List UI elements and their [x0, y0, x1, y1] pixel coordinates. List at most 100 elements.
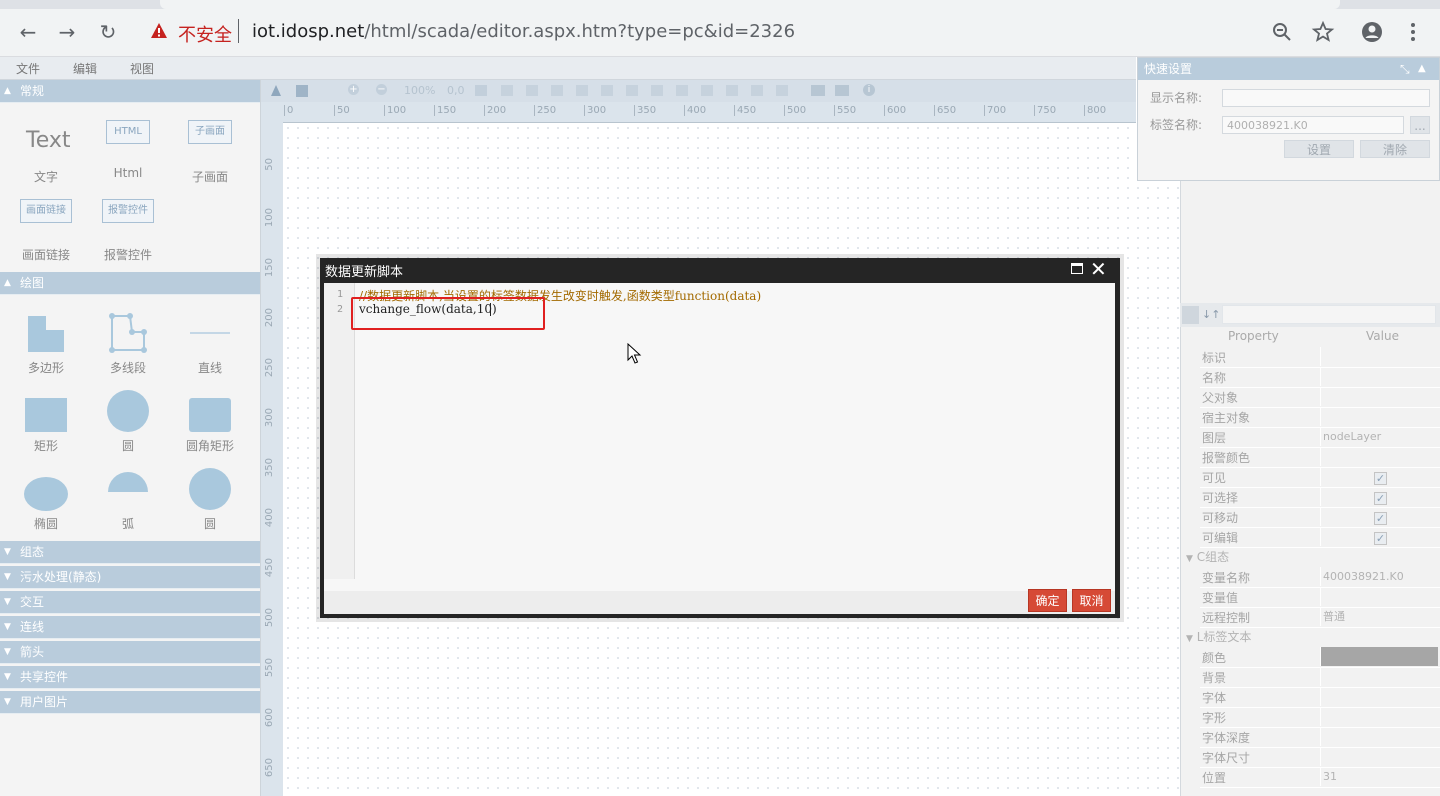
info-icon[interactable]: i [863, 84, 875, 96]
section-arrow[interactable]: ▼ 箭头 [0, 641, 260, 664]
offset-readout: 0,0 [447, 84, 465, 97]
tag-name-input[interactable]: 400038921.K0 [1222, 116, 1404, 134]
circle-tool-icon[interactable] [189, 468, 231, 510]
property-row[interactable]: 图层 nodeLayer [1200, 427, 1440, 448]
property-row[interactable]: 变量名称 400038921.K0 [1200, 567, 1440, 588]
rectangle-tool-icon[interactable] [25, 398, 67, 432]
line-tool-icon[interactable] [190, 332, 230, 334]
select-pointer-icon[interactable] [271, 85, 281, 96]
property-row[interactable]: 报警颜色 [1200, 447, 1440, 468]
screen-link-tool-icon[interactable]: 画面链接 [20, 199, 72, 223]
property-row[interactable]: 名称 [1200, 367, 1440, 388]
menu-file[interactable]: 文件 [16, 60, 40, 77]
more-menu-icon[interactable] [1401, 20, 1425, 44]
property-row[interactable]: 位置 31 [1200, 767, 1440, 788]
tag-browse-button[interactable]: ... [1410, 116, 1430, 134]
property-row[interactable]: 可编辑 [1200, 527, 1440, 548]
ruler-tick: 300 [584, 105, 606, 116]
property-row[interactable]: 远程控制 普通 [1200, 607, 1440, 628]
compress-icon[interactable]: ⤡ [1400, 58, 1410, 80]
ruler-tick: 650 [264, 758, 275, 778]
polygon-tool-icon[interactable] [28, 316, 64, 352]
cancel-button[interactable]: 取消 [1072, 589, 1111, 612]
back-icon[interactable]: ← [14, 18, 42, 46]
property-row[interactable]: 宿主对象 [1200, 407, 1440, 428]
address-bar[interactable]: iot.idosp.net/html/scada/editor.aspx.htm… [252, 21, 795, 42]
section-configuration[interactable]: ▼ 组态 [0, 541, 260, 564]
circle-tool-icon[interactable] [107, 390, 149, 432]
property-row[interactable]: 颜色 [1200, 647, 1440, 668]
clear-button[interactable]: 清除 [1360, 140, 1430, 158]
mouse-cursor-icon [627, 343, 642, 364]
property-row[interactable]: 父对象 [1200, 387, 1440, 408]
layer-tools-icon[interactable] [811, 85, 853, 96]
collapse-up-icon[interactable]: ▲ [1418, 58, 1426, 80]
dialog-title: 数据更新脚本 [325, 265, 404, 280]
expand-arrow-icon: ▼ [4, 547, 11, 557]
col-value: Value [1366, 329, 1399, 343]
color-swatch[interactable] [1320, 647, 1438, 666]
section-connector[interactable]: ▼ 连线 [0, 616, 260, 639]
property-row[interactable]: 背景 [1200, 667, 1440, 688]
palette-label: 圆 [203, 517, 216, 531]
ok-button[interactable]: 确定 [1028, 589, 1067, 612]
warning-icon[interactable] [150, 22, 168, 40]
grid-icon[interactable] [475, 85, 487, 96]
ruler-vertical: 50 100 150 200 250 300 350 400 450 500 550 600 650 [261, 122, 284, 796]
set-button[interactable]: 设置 [1284, 140, 1354, 158]
zoom-out-tool-icon[interactable]: − [376, 84, 387, 95]
display-name-input[interactable] [1222, 89, 1430, 107]
section-drawing[interactable]: ▲ 绘图 [0, 272, 260, 295]
section-general[interactable]: ▲ 常规 [0, 80, 260, 103]
polyline-tool-icon[interactable] [108, 312, 148, 354]
menu-view[interactable]: 视图 [130, 60, 154, 77]
group-c-config[interactable]: ▼ C组态 [1186, 547, 1440, 567]
sort-az-icon[interactable]: ↓↑ [1202, 306, 1220, 324]
ellipse-tool-icon[interactable] [24, 477, 68, 511]
zoom-out-icon[interactable] [1270, 20, 1294, 44]
categorize-icon[interactable] [1182, 306, 1199, 324]
close-icon[interactable]: ✕ [1090, 259, 1107, 279]
ruler-tick: 500 [784, 105, 806, 116]
property-row[interactable]: 变量值 [1200, 587, 1440, 608]
property-row[interactable]: 字体尺寸 [1200, 747, 1440, 768]
property-toolbar: ↓↑ [1180, 303, 1440, 327]
section-sewage[interactable]: ▼ 污水处理(静态) [0, 566, 260, 589]
rounded-rect-tool-icon[interactable] [189, 398, 231, 432]
ruler-tick: 100 [384, 105, 406, 116]
selectable-checkbox[interactable]: ✓ [1374, 492, 1387, 505]
editable-checkbox[interactable]: ✓ [1374, 532, 1387, 545]
property-row[interactable]: 字形 [1200, 707, 1440, 728]
section-shared-controls[interactable]: ▼ 共享控件 [0, 666, 260, 689]
section-interaction[interactable]: ▼ 交互 [0, 591, 260, 614]
property-row[interactable]: 可移动 [1200, 507, 1440, 528]
expand-arrow-icon: ▼ [4, 672, 11, 682]
align-tools-icon[interactable] [501, 85, 791, 96]
property-row[interactable]: 标识 [1200, 347, 1440, 368]
dialog-footer [324, 591, 1115, 614]
account-icon[interactable] [1360, 20, 1384, 44]
save-icon[interactable] [296, 85, 308, 97]
visible-checkbox[interactable]: ✓ [1374, 472, 1387, 485]
zoom-in-icon[interactable]: + [348, 84, 359, 95]
section-user-images[interactable]: ▼ 用户图片 [0, 691, 260, 714]
property-row[interactable]: 可见 [1200, 467, 1440, 488]
property-row[interactable]: 可选择 [1200, 487, 1440, 508]
maximize-icon[interactable] [1071, 263, 1083, 274]
forward-icon[interactable]: → [53, 18, 81, 46]
alarm-control-tool-icon[interactable]: 报警控件 [102, 199, 154, 223]
text-tool-icon[interactable]: Text [26, 128, 71, 153]
property-row[interactable]: 字体 [1200, 687, 1440, 708]
bookmark-star-icon[interactable] [1311, 20, 1335, 44]
palette-label: 椭圆 [33, 517, 58, 531]
reload-icon[interactable]: ↻ [94, 18, 122, 46]
arc-tool-icon[interactable] [108, 472, 148, 492]
property-row[interactable]: 字体深度 [1200, 727, 1440, 748]
subscreen-tool-icon[interactable]: 子画面 [188, 120, 232, 144]
html-tool-icon[interactable]: HTML [106, 120, 150, 144]
insecure-label[interactable]: 不安全 [178, 21, 232, 47]
menu-edit[interactable]: 编辑 [73, 60, 97, 77]
property-search[interactable] [1222, 305, 1436, 324]
movable-checkbox[interactable]: ✓ [1374, 512, 1387, 525]
group-l-label-text[interactable]: ▼ L标签文本 [1186, 627, 1440, 647]
